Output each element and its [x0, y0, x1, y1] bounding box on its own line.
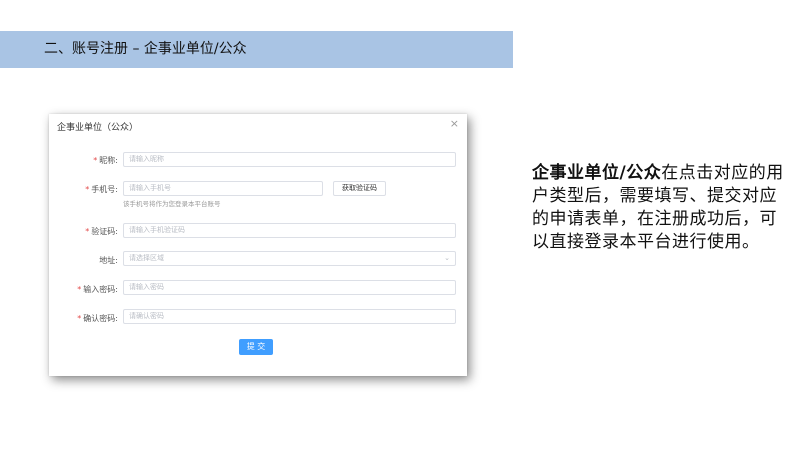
address-label: 地址: — [99, 256, 118, 265]
section-title: 二、账号注册 – 企事业单位/公众 — [44, 41, 247, 57]
required-mark: * — [77, 314, 82, 323]
code-placeholder: 请输入手机验证码 — [129, 226, 185, 234]
required-mark: * — [93, 156, 98, 165]
required-mark: * — [85, 227, 90, 236]
code-label: * 验证码: — [85, 227, 118, 236]
required-mark: * — [77, 285, 82, 294]
section-header-bar: 二、账号注册 – 企事业单位/公众 — [0, 31, 513, 68]
address-select[interactable]: 请选择区域 ⌄ — [123, 251, 456, 266]
nickname-placeholder: 请输入昵称 — [129, 155, 164, 163]
get-code-button[interactable]: 获取验证码 — [333, 181, 386, 196]
password-input[interactable]: 请输入密码 — [123, 280, 456, 295]
nickname-label: * 昵称: — [93, 156, 118, 165]
description-text: 企事业单位/公众在点击对应的用户类型后，需要填写、提交对应的申请表单，在注册成功… — [532, 162, 788, 254]
phone-input[interactable]: 请输入手机号 — [123, 181, 323, 196]
nickname-input[interactable]: 请输入昵称 — [123, 152, 456, 167]
address-placeholder: 请选择区域 — [129, 254, 164, 262]
confirm-password-input[interactable]: 请确认密码 — [123, 309, 456, 324]
required-mark: * — [85, 185, 90, 194]
dialog-title: 企事业单位（公众） — [57, 123, 139, 133]
password-placeholder: 请输入密码 — [129, 283, 164, 291]
registration-dialog: 企事业单位（公众） × * 昵称: 请输入昵称 * 手机号: 请输入手机号 获取验证… — [49, 114, 467, 376]
code-input[interactable]: 请输入手机验证码 — [123, 223, 456, 238]
submit-button[interactable]: 提 交 — [239, 339, 273, 355]
phone-placeholder: 请输入手机号 — [129, 184, 171, 192]
phone-label: * 手机号: — [85, 185, 118, 194]
chevron-down-icon: ⌄ — [444, 254, 450, 262]
description-bold: 企事业单位/公众 — [532, 163, 662, 183]
confirm-password-label: * 确认密码: — [77, 314, 118, 323]
phone-hint: 该手机号将作为您登录本平台账号 — [123, 200, 221, 208]
password-label: * 输入密码: — [77, 285, 118, 294]
confirm-password-placeholder: 请确认密码 — [129, 312, 164, 320]
close-icon[interactable]: × — [450, 118, 459, 130]
